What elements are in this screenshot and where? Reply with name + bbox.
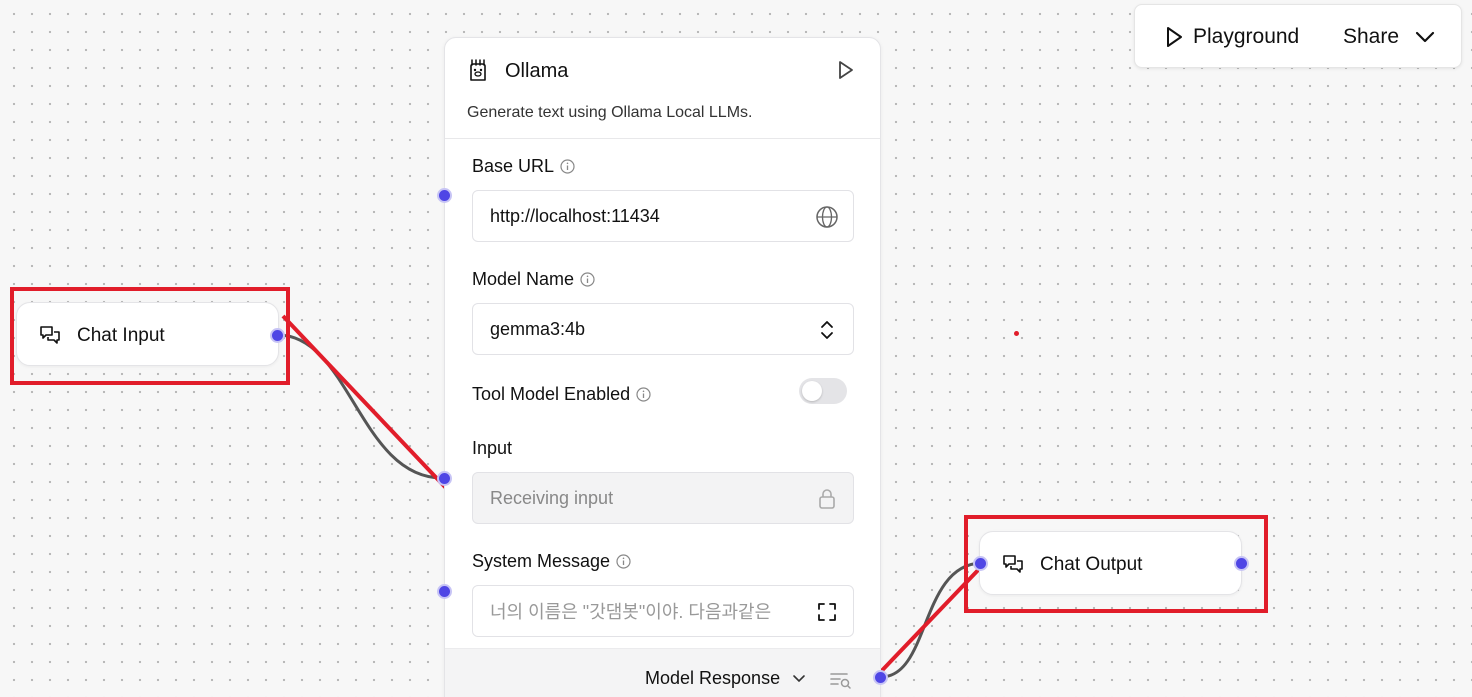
chat-output-output-handle[interactable] [1234,556,1249,571]
input-label: Input [472,438,512,459]
base-url-input[interactable]: http://localhost:11434 [472,190,854,242]
input-handle[interactable] [437,471,452,486]
chat-input-label: Chat Input [77,325,165,346]
tool-model-label: Tool Model Enabled [472,384,651,405]
model-name-value: gemma3:4b [490,318,586,339]
tool-model-label-text: Tool Model Enabled [472,384,631,404]
edge-chat-input-to-ollama[interactable] [277,333,445,480]
tool-model-toggle[interactable] [799,378,847,404]
play-icon[interactable] [837,60,855,80]
lock-icon [819,489,835,509]
model-name-select[interactable]: gemma3:4b [472,303,854,355]
chevron-updown-icon [821,321,833,339]
system-message-value: 너의 이름은 "갓댐봇"이야. 다음과같은 [490,602,772,622]
base-url-label: Base URL [472,156,575,177]
share-label: Share [1343,25,1400,48]
base-url-input-handle[interactable] [437,188,452,203]
inspect-icon[interactable] [829,670,853,690]
base-url-value: http://localhost:11434 [490,205,660,226]
globe-icon[interactable] [815,205,839,229]
info-icon[interactable] [580,272,595,287]
annotation-dot [1014,331,1019,336]
chat-input-node[interactable]: Chat Input [16,302,279,366]
input-label-text: Input [472,438,513,458]
chat-output-label: Chat Output [1040,554,1143,575]
node-title: Ollama [505,60,569,82]
model-response-output-handle[interactable] [873,670,888,685]
chat-bubbles-icon [40,326,60,344]
chevron-down-icon [793,674,805,682]
chat-input-output-handle[interactable] [270,328,285,343]
share-button[interactable]: Share [1343,25,1435,49]
playground-button[interactable]: Playground [1165,25,1299,49]
model-name-label: Model Name [472,269,595,290]
play-icon [1167,27,1182,47]
annotation-stroke-2 [868,564,984,685]
info-icon[interactable] [616,554,631,569]
model-name-label-text: Model Name [472,269,575,289]
ollama-node[interactable]: Ollama Generate text using Ollama Local … [444,37,881,697]
llama-icon [470,59,486,81]
node-description: Generate text using Ollama Local LLMs. [467,104,753,121]
system-message-input[interactable]: 너의 이름은 "갓댐봇"이야. 다음과같은 [472,585,854,637]
base-url-label-text: Base URL [472,156,555,176]
canvas-toolbar: Playground Share [1134,4,1462,68]
expand-icon[interactable] [815,600,839,624]
input-placeholder: Receiving input [490,487,614,508]
chat-output-input-handle[interactable] [973,556,988,571]
system-message-input-handle[interactable] [437,584,452,599]
node-output-bar: Model Response [445,648,880,697]
system-message-label-text: System Message [472,551,611,571]
playground-label: Playground [1193,25,1300,48]
node-header: Ollama Generate text using Ollama Local … [445,38,880,139]
edge-ollama-to-chat-output[interactable] [880,561,982,679]
info-icon[interactable] [636,387,651,402]
chat-bubbles-icon [1003,555,1023,573]
output-select[interactable]: Model Response [645,668,806,689]
chevron-down-icon [1415,31,1435,43]
annotation-stroke-1 [281,314,448,490]
output-label: Model Response [645,668,781,688]
input-field: Receiving input [472,472,854,524]
system-message-label: System Message [472,551,631,572]
chat-output-node[interactable]: Chat Output [979,531,1242,595]
info-icon[interactable] [560,159,575,174]
